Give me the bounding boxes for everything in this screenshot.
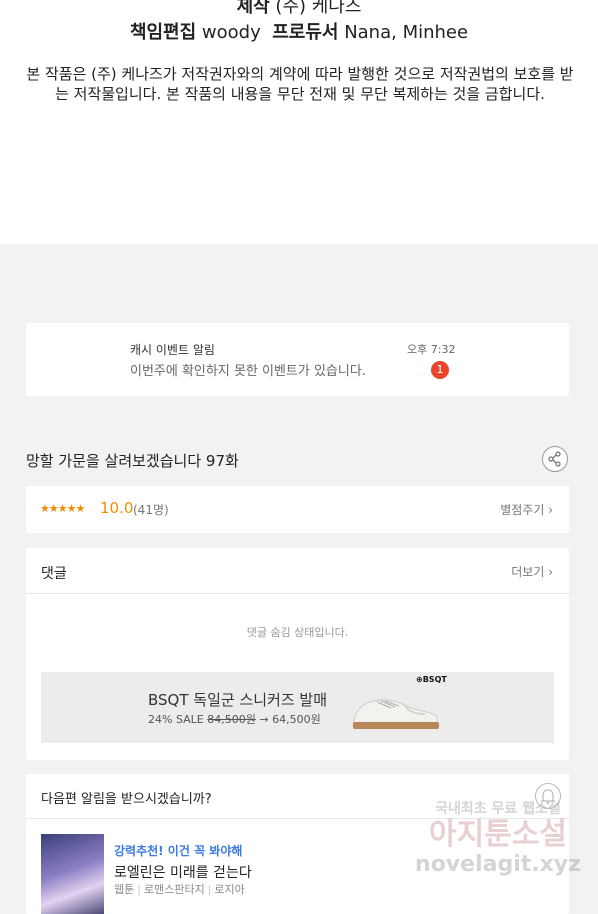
notification-badge: 1 — [431, 361, 449, 379]
credits-section: 제작 (주) 케나즈 책임편집 woody 프로듀서 Nana, Minhee … — [0, 0, 598, 244]
staff-credit: 책임편집 woody 프로듀서 Nana, Minhee — [0, 18, 598, 44]
next-episode-alert: 다음편 알림을 받으시겠습니까? 강력추천! 이건 꼭 봐야해 로엘린은 미래를… — [26, 774, 569, 914]
recommendation-tags: 웹툰 | 로맨스판타지 | 로지아 — [114, 881, 245, 897]
copyright-notice: 본 작품은 (주) 케나즈가 저작권자와의 계약에 따라 발행한 것으로 저작권… — [26, 65, 574, 103]
divider — [26, 818, 569, 819]
rating-stars: ★★★★★ — [40, 502, 85, 515]
next-alert-question: 다음편 알림을 받으시겠습니까? — [41, 792, 212, 807]
ad-banner[interactable]: ⊕BSQT BSQT 독일군 스니커즈 발매 24% SALE 84,500원 … — [41, 672, 554, 743]
tag-separator: | — [207, 883, 212, 896]
comments-more-button[interactable]: 더보기 › — [511, 563, 553, 580]
cash-event-card[interactable]: 캐시 이벤트 알림 이번주에 확인하지 못한 이벤트가 있습니다. 오후 7:3… — [26, 323, 569, 396]
comments-label: 댓글 — [41, 566, 67, 582]
ad-price: 24% SALE 84,500원 → 64,500원 — [148, 711, 321, 727]
comments-header: 댓글 더보기 › — [26, 548, 569, 594]
recommendation-thumbnail[interactable] — [41, 834, 104, 914]
rating-score: 10.0 — [100, 499, 134, 517]
ad-old-price: 84,500원 — [207, 713, 256, 726]
bell-icon — [540, 789, 556, 805]
ad-arrow: → — [259, 713, 269, 726]
editor-value: woody — [201, 22, 261, 43]
production-label: 제작 — [236, 0, 270, 17]
tag-type: 웹툰 — [114, 883, 135, 896]
producer-label: 프로듀서 — [272, 22, 339, 43]
recommendation-title[interactable]: 로엘린은 미래를 걷는다 — [114, 862, 252, 882]
rating-count: (41명) — [133, 503, 169, 517]
share-button[interactable] — [542, 446, 568, 472]
cash-event-time: 오후 7:32 — [407, 343, 456, 356]
cash-event-title: 캐시 이벤트 알림 — [130, 343, 215, 357]
sneaker-image — [352, 699, 439, 729]
comments-hidden-message: 댓글 숨김 상태입니다. — [246, 626, 349, 639]
production-credit: 제작 (주) 케나즈 — [0, 0, 598, 18]
rating-bar: ★★★★★ 10.0 (41명) 별점주기 › — [26, 486, 569, 533]
producer-value: Nana, Minhee — [344, 22, 469, 43]
tag-genre: 로맨스판타지 — [143, 883, 205, 896]
ad-new-price: 64,500원 — [272, 713, 321, 726]
share-icon — [548, 451, 561, 467]
tag-separator: | — [137, 883, 141, 896]
production-value: (주) 케나즈 — [275, 0, 362, 17]
editor-label: 책임편집 — [129, 22, 197, 43]
comments-section: 댓글 더보기 › 댓글 숨김 상태입니다. ⊕BSQT BSQT 독일군 스니커… — [26, 548, 569, 760]
ad-brand-logo: ⊕BSQT — [416, 675, 447, 684]
ad-headline: BSQT 독일군 스니커즈 발매 — [148, 691, 328, 709]
tag-publisher: 로지아 — [214, 883, 245, 896]
cash-event-message: 이번주에 확인하지 못한 이벤트가 있습니다. — [130, 364, 366, 379]
bell-button[interactable] — [535, 783, 561, 809]
ad-discount: 24% SALE — [148, 713, 204, 726]
rate-button[interactable]: 별점주기 › — [500, 501, 553, 518]
episode-title: 망할 가문을 살려보겠습니다 97화 — [26, 452, 239, 470]
recommendation-tagline: 강력추천! 이건 꼭 봐야해 — [114, 844, 243, 858]
